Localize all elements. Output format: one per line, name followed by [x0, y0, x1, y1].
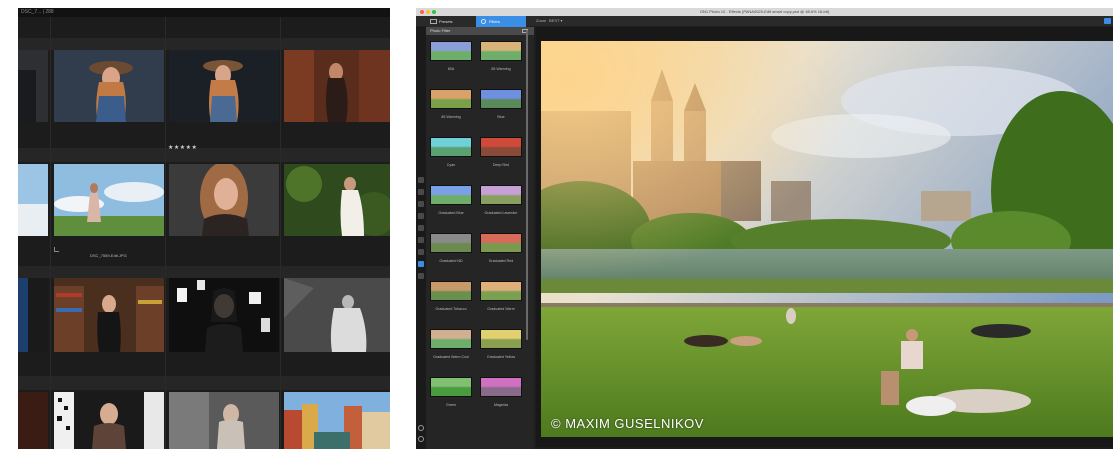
browser-title-bar: DSC_7... | 288 — [18, 8, 390, 17]
tool-icon[interactable] — [418, 273, 424, 279]
thumbnail-photo[interactable] — [18, 50, 48, 122]
tool-icon[interactable] — [418, 249, 424, 255]
filter-panel-header: Photo Filter — [426, 27, 534, 35]
window-title: ON1 Photo 10 - Effects (PANA0025-Edit sm… — [699, 9, 830, 14]
filter-thumbnail[interactable] — [480, 185, 522, 205]
filter-label: 85 Warming — [491, 67, 511, 71]
row-gap — [18, 376, 390, 390]
filter-thumbnail[interactable] — [430, 281, 472, 301]
thumbnail-photo[interactable] — [54, 392, 164, 449]
filter-label: Graduated Tobacco — [435, 307, 467, 311]
filter-thumbnail[interactable] — [480, 89, 522, 109]
thumbnail-photo[interactable] — [284, 392, 390, 449]
copyright-watermark: © MAXIM GUSELNIKOV — [551, 416, 704, 431]
filter-thumbnail[interactable] — [480, 329, 522, 349]
thumbnail-photo[interactable] — [284, 50, 390, 122]
zoom-label: Zoom — [536, 18, 547, 23]
active-tool-icon[interactable] — [418, 261, 424, 267]
filter-label: Graduated Red — [488, 259, 514, 263]
filter-scrollbar[interactable] — [526, 30, 528, 340]
filter-thumbnail[interactable] — [430, 233, 472, 253]
thumbnail-photo[interactable] — [18, 278, 48, 352]
filter-label: 85 Warming — [441, 115, 461, 119]
tab-filters[interactable]: Filters — [476, 16, 526, 27]
thumbnail-photo[interactable] — [169, 164, 279, 236]
filter-list-panel: Photo Filter 80A 85 Warming 85 Warming Blue… — [426, 27, 534, 449]
filter-thumbnail[interactable] — [480, 233, 522, 253]
left-tool-strip — [416, 27, 426, 449]
filter-label: Graduated Yellow — [486, 355, 516, 359]
row-gap — [18, 266, 390, 278]
filter-thumbnail[interactable] — [430, 89, 472, 109]
settings-gear-icon[interactable] — [418, 425, 424, 431]
filter-thumbnail[interactable] — [430, 329, 472, 349]
tab-filters-label: Filters — [489, 19, 500, 24]
filter-label: Green — [446, 403, 456, 407]
filter-thumbnail[interactable] — [430, 137, 472, 157]
filters-icon — [481, 19, 486, 24]
window-titlebar: ON1 Photo 10 - Effects (PANA0025-Edit sm… — [416, 8, 1113, 16]
filter-thumbnail[interactable] — [430, 185, 472, 205]
tab-presets[interactable]: Presets — [426, 16, 476, 27]
image-canvas[interactable]: © MAXIM GUSELNIKOV — [536, 27, 1113, 447]
main-photo: © MAXIM GUSELNIKOV — [541, 41, 1113, 437]
thumbnail-filename: DSC_7559-Edit.JPG — [90, 253, 127, 258]
tool-icon[interactable] — [418, 237, 424, 243]
tool-icon[interactable] — [418, 177, 424, 183]
star-rating[interactable]: ★★★★★ — [168, 144, 197, 151]
row-gap — [18, 148, 390, 162]
thumbnail-photo[interactable] — [169, 392, 279, 449]
filter-label: 80A — [447, 67, 455, 71]
tool-icon[interactable] — [418, 213, 424, 219]
presets-icon — [430, 19, 437, 24]
thumbnail-photo[interactable] — [54, 278, 164, 352]
filter-label: Graduated ND — [439, 259, 463, 263]
help-icon[interactable] — [418, 436, 424, 442]
thumbnail-photo[interactable] — [169, 50, 279, 122]
filter-thumbnail[interactable] — [480, 281, 522, 301]
photo-browser-grid: DSC_7... | 288 ★★★★★ DSC_7559-Edit.JPG — [18, 8, 390, 449]
row-gap — [18, 38, 390, 50]
filter-thumbnail[interactable] — [430, 41, 472, 61]
filter-label: Graduated Lavender — [484, 211, 518, 215]
filter-label: Magenta — [494, 403, 508, 407]
thumbnail-photo[interactable] — [54, 164, 164, 236]
filter-thumbnail[interactable] — [480, 137, 522, 157]
filter-thumbnail[interactable] — [480, 377, 522, 397]
filter-thumbnail[interactable] — [480, 41, 522, 61]
central-park-photo — [541, 41, 1113, 437]
filter-thumbnail[interactable] — [430, 377, 472, 397]
zoom-select[interactable]: BEST ▾ — [549, 16, 563, 26]
tool-icon[interactable] — [418, 201, 424, 207]
thumbnail-photo[interactable] — [18, 392, 48, 449]
browser-title: DSC_7... | 288 — [21, 9, 54, 15]
filter-label: Graduated Warm — [487, 307, 515, 311]
selection-corner — [54, 247, 59, 252]
filter-label: Deep Red — [492, 163, 510, 167]
thumbnail-photo[interactable] — [284, 164, 390, 236]
filter-label: Graduated Warm Cool — [433, 355, 469, 359]
thumbnail-photo-selected[interactable] — [54, 50, 164, 122]
preview-toggle-button[interactable] — [1104, 18, 1111, 24]
filter-label: Graduated Blue — [438, 211, 464, 215]
column-divider — [165, 17, 166, 449]
thumbnail-photo[interactable] — [169, 278, 279, 352]
filter-label: Blue — [497, 115, 505, 119]
column-divider — [50, 17, 51, 449]
thumbnail-photo[interactable] — [284, 278, 390, 352]
tool-icon[interactable] — [418, 225, 424, 231]
column-divider — [280, 17, 281, 449]
filter-label: Cyan — [446, 163, 456, 167]
filter-panel-title: Photo Filter — [430, 28, 451, 33]
tool-icon[interactable] — [418, 189, 424, 195]
tab-presets-label: Presets — [439, 19, 453, 24]
thumbnail-photo[interactable] — [18, 164, 48, 236]
on1-effects-window: ON1 Photo 10 - Effects (PANA0025-Edit sm… — [416, 8, 1113, 449]
